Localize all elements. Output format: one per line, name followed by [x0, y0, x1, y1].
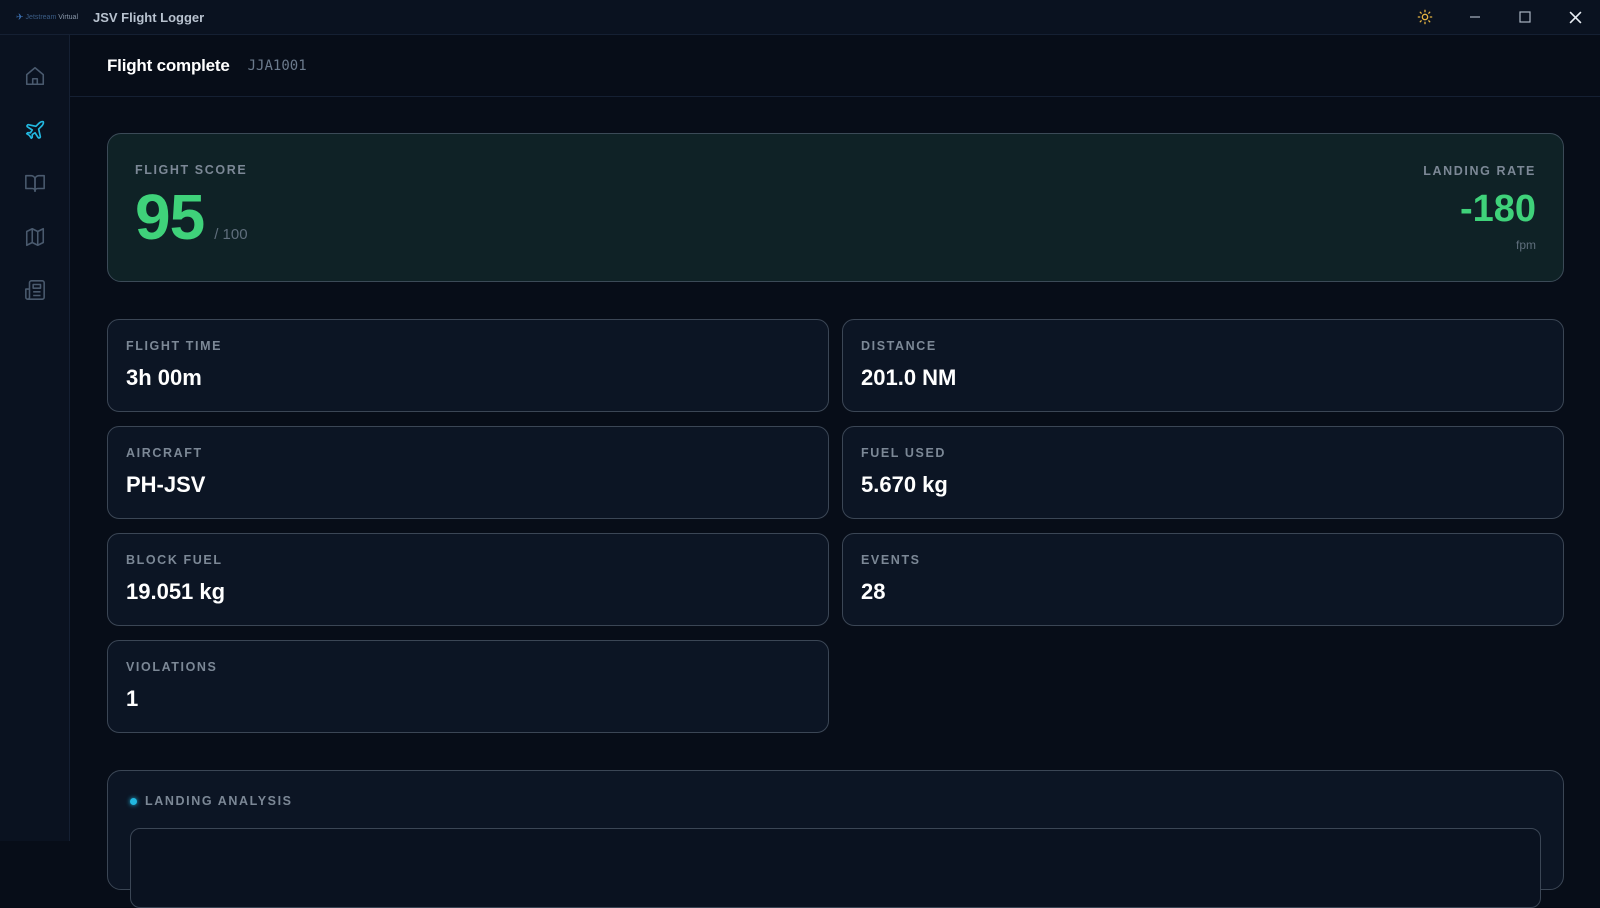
maximize-icon: [1519, 11, 1531, 23]
stats-grid: FLIGHT TIME 3h 00m DISTANCE 201.0 NM AIR…: [107, 319, 1564, 733]
stat-card-distance: DISTANCE 201.0 NM: [842, 319, 1564, 412]
flight-score-max: / 100: [214, 226, 248, 243]
stat-value: 3h 00m: [126, 365, 202, 390]
sidebar-item-home[interactable]: [15, 56, 55, 96]
minimize-icon: [1470, 16, 1480, 18]
brand-text: Jetstream: [25, 13, 57, 21]
flight-score-label: FLIGHT SCORE: [135, 163, 248, 177]
sidebar-item-map[interactable]: [15, 217, 55, 257]
stat-card-aircraft: AIRCRAFT PH-JSV: [107, 426, 829, 519]
flight-id: JJA1001: [247, 57, 307, 74]
stat-value: 1: [126, 686, 139, 711]
app-title: JSV Flight Logger: [93, 9, 205, 25]
stat-label: BLOCK FUEL: [126, 553, 223, 567]
maximize-button[interactable]: [1500, 0, 1550, 35]
landing-rate-label: LANDING RATE: [1423, 164, 1536, 178]
landing-rate-value: -180: [1459, 188, 1536, 230]
close-icon: [1569, 11, 1581, 23]
sidebar-item-news[interactable]: [15, 270, 55, 310]
title-bar: ✈ Jetstream Virtual JSV Flight Logger: [0, 0, 1600, 35]
landing-analysis-label: LANDING ANALYSIS: [145, 794, 293, 808]
sidebar: [0, 35, 70, 841]
stat-value: 201.0 NM: [861, 365, 957, 390]
plane-icon: [25, 120, 44, 139]
flight-score: FLIGHT SCORE 95 / 100: [135, 163, 248, 249]
stat-card-flight-time: FLIGHT TIME 3h 00m: [107, 319, 829, 412]
status-dot-icon: [130, 797, 137, 805]
stat-label: EVENTS: [861, 553, 921, 567]
stat-label: VIOLATIONS: [126, 660, 218, 674]
landing-analysis-card: LANDING ANALYSIS: [107, 770, 1564, 908]
flight-score-value: 95: [135, 181, 205, 253]
stat-label: DISTANCE: [861, 339, 937, 353]
main-content: Flight complete JJA1001 FLIGHT SCORE 95 …: [70, 35, 1600, 908]
sidebar-item-logbook[interactable]: [15, 163, 55, 203]
stat-value: 28: [861, 579, 886, 604]
minimize-button[interactable]: [1450, 0, 1500, 35]
page-header: Flight complete JJA1001: [70, 35, 1600, 97]
home-icon: [25, 66, 44, 86]
brand-suffix: Virtual: [58, 13, 78, 21]
stat-label: AIRCRAFT: [126, 446, 203, 460]
stat-label: FLIGHT TIME: [126, 339, 223, 353]
stat-card-events: EVENTS 28: [842, 533, 1564, 626]
stat-card-fuel-used: FUEL USED 5.670 kg: [842, 426, 1564, 519]
newspaper-icon: [24, 280, 45, 300]
stat-value: PH-JSV: [126, 472, 206, 497]
map-icon: [25, 227, 44, 246]
sun-icon: [1417, 9, 1433, 25]
logo-plane-icon: ✈: [16, 11, 24, 22]
stat-card-block-fuel: BLOCK FUEL 19.051 kg: [107, 533, 829, 626]
sidebar-item-flights[interactable]: [15, 110, 55, 150]
theme-toggle-button[interactable]: [1400, 0, 1450, 35]
landing-rate-unit: fpm: [1515, 238, 1536, 252]
brand-logo: ✈ Jetstream Virtual: [16, 12, 78, 23]
stat-value: 19.051 kg: [126, 579, 226, 604]
window-controls: [1400, 0, 1600, 35]
close-button[interactable]: [1550, 0, 1600, 35]
landing-analysis-panel: [130, 828, 1541, 908]
landing-analysis-header: LANDING ANALYSIS: [130, 794, 293, 808]
book-open-icon: [24, 174, 45, 193]
stat-label: FUEL USED: [861, 446, 947, 460]
flight-score-card: FLIGHT SCORE 95 / 100 LANDING RATE -180 …: [107, 133, 1564, 282]
stat-value: 5.670 kg: [861, 472, 948, 497]
landing-rate: LANDING RATE -180 fpm: [1423, 164, 1536, 252]
page-title: Flight complete: [107, 55, 230, 75]
stat-card-violations: VIOLATIONS 1: [107, 640, 829, 733]
